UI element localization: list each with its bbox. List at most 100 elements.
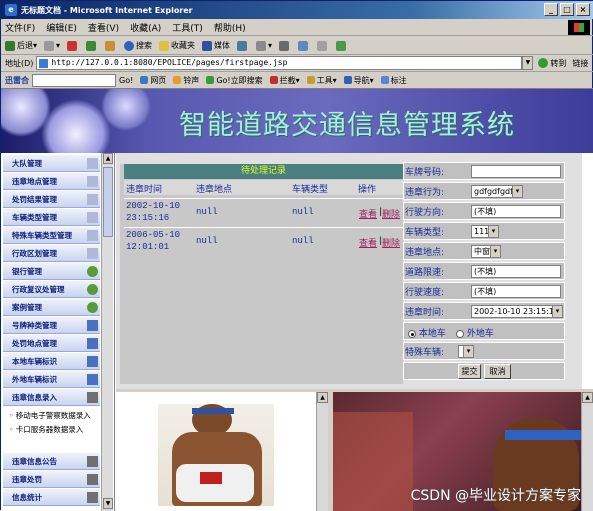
scroll-up-icon[interactable]: ▲ bbox=[317, 392, 328, 403]
limit-input[interactable]: (不填) bbox=[471, 265, 561, 278]
right-frame-scrollbar[interactable]: ▲ bbox=[581, 392, 593, 511]
menu-edit[interactable]: 编辑(E) bbox=[46, 21, 77, 34]
nav-foreign-vehicle[interactable]: 外地车辆标识 bbox=[3, 371, 100, 388]
subitem-mobile-police[interactable]: ◦ 移动电子警察数据录入 bbox=[9, 410, 91, 421]
delete-link[interactable]: 删除 bbox=[382, 236, 400, 249]
table-caption: 待处理记录 bbox=[124, 164, 403, 179]
document-icon bbox=[87, 176, 98, 187]
nav-violation-place[interactable]: 违章地点管理 bbox=[3, 173, 100, 190]
view-link[interactable]: 查看 bbox=[359, 207, 377, 220]
toolbar-web[interactable]: 网页 bbox=[140, 75, 166, 86]
delete-link[interactable]: 删除 bbox=[382, 207, 400, 220]
links-button[interactable]: 链接 bbox=[572, 58, 588, 69]
history-button[interactable] bbox=[237, 40, 249, 51]
scroll-down-icon[interactable]: ▼ bbox=[103, 498, 113, 509]
toolbar-nav[interactable]: 导航 ▾ bbox=[343, 75, 374, 86]
nav-special-vehicle-type[interactable]: 特殊车辆类型管理 bbox=[3, 227, 100, 244]
web-icon bbox=[140, 76, 149, 84]
nav-icon bbox=[343, 76, 352, 84]
special-row: 特殊车辆: bbox=[403, 342, 565, 360]
toolbar-tools[interactable]: 工具 ▾ bbox=[306, 75, 337, 86]
scroll-up-icon[interactable]: ▲ bbox=[103, 153, 113, 164]
nav-statistics[interactable]: 信息统计 bbox=[3, 489, 100, 506]
messenger-icon bbox=[336, 40, 347, 51]
close-button[interactable]: × bbox=[576, 3, 590, 16]
go-button[interactable]: 转到 bbox=[538, 58, 566, 69]
nav-bank[interactable]: 银行管理 bbox=[3, 263, 100, 280]
menu-view[interactable]: 查看(V) bbox=[88, 21, 119, 34]
discuss-button[interactable] bbox=[317, 40, 329, 51]
media-button[interactable]: 媒体 bbox=[202, 40, 230, 51]
nav-penalty-place[interactable]: 处罚地点管理 bbox=[3, 335, 100, 352]
stop-button[interactable] bbox=[67, 40, 79, 51]
toolbar-bookmark[interactable]: 标注 bbox=[380, 75, 407, 86]
place-select[interactable]: 中窗 bbox=[471, 245, 501, 258]
print-button[interactable] bbox=[279, 40, 291, 51]
search-button[interactable]: 搜索 bbox=[124, 40, 152, 51]
address-dropdown[interactable]: ▼ bbox=[522, 56, 534, 70]
address-label: 地址(D) bbox=[5, 58, 34, 68]
table-row: 2002-10-10 23:15:16 null null 查看 | 删除 bbox=[124, 198, 403, 226]
sidebar: 大队管理 违章地点管理 处罚结果管理 车辆类型管理 特殊车辆类型管理 行政区划管… bbox=[1, 153, 115, 511]
nav-case[interactable]: 案例管理 bbox=[3, 299, 100, 316]
vtype-label: 车辆类型: bbox=[405, 228, 445, 238]
nav-local-vehicle[interactable]: 本地车辆标识 bbox=[3, 353, 100, 370]
menu-favorites[interactable]: 收藏(A) bbox=[130, 21, 161, 34]
nav-vehicle-type[interactable]: 车辆类型管理 bbox=[3, 209, 100, 226]
nav-review-office[interactable]: 行政复议处管理 bbox=[3, 281, 100, 298]
globe-icon bbox=[87, 266, 98, 277]
mail-button[interactable]: ▾ bbox=[256, 40, 272, 51]
toolbar-search-input[interactable] bbox=[32, 73, 116, 87]
favorites-button[interactable]: 收藏夹 bbox=[159, 40, 195, 51]
minimize-button[interactable]: _ bbox=[544, 3, 558, 16]
nav-violation-notice[interactable]: 违章信息公告 bbox=[3, 453, 100, 470]
vtype-select[interactable]: 111 bbox=[471, 225, 499, 238]
sidebar-scrollbar[interactable]: ▲ ▼ bbox=[101, 153, 113, 511]
maximize-button[interactable]: □ bbox=[560, 3, 574, 16]
nav-penalty-result[interactable]: 处罚结果管理 bbox=[3, 191, 100, 208]
time-select[interactable]: 2002-10-10 23:15:16 bbox=[471, 305, 563, 318]
plate-row: 车牌号码: bbox=[403, 162, 565, 180]
local-radio[interactable]: 本地车 bbox=[408, 326, 446, 339]
edit-button[interactable] bbox=[298, 40, 310, 51]
nav-violation-entry[interactable]: 违章信息录入 bbox=[3, 389, 100, 406]
toolbar-instant-search[interactable]: Go!立即搜索 bbox=[206, 75, 263, 86]
scroll-thumb[interactable] bbox=[103, 167, 113, 237]
nav-violation-penalty[interactable]: 违章处罚 bbox=[3, 471, 100, 488]
toolbar-ringtone[interactable]: 铃声 bbox=[173, 75, 199, 86]
back-arrow-icon bbox=[5, 40, 15, 51]
refresh-button[interactable] bbox=[86, 40, 98, 51]
messenger-button[interactable] bbox=[336, 40, 348, 51]
foreign-radio[interactable]: 外地车 bbox=[456, 326, 494, 339]
time-row: 违章时间: 2002-10-10 23:15:16 bbox=[403, 302, 565, 320]
subitem-checkpoint[interactable]: ◦ 卡口服务器数据录入 bbox=[9, 424, 83, 435]
submit-button[interactable]: 提交 bbox=[458, 364, 481, 379]
menu-help[interactable]: 帮助(H) bbox=[214, 21, 246, 34]
toolbar-go[interactable]: Go! bbox=[119, 76, 133, 85]
tools-icon bbox=[87, 392, 98, 403]
back-button[interactable]: 后退 ▾ bbox=[5, 40, 37, 51]
tools-icon bbox=[306, 76, 315, 84]
scroll-up-icon[interactable]: ▲ bbox=[582, 392, 593, 403]
nav-district[interactable]: 行政区划管理 bbox=[3, 245, 100, 262]
menu-file[interactable]: 文件(F) bbox=[5, 21, 35, 34]
speed-input[interactable]: (不填) bbox=[471, 285, 561, 298]
toolbar-block[interactable]: 拦截 ▾ bbox=[269, 75, 300, 86]
pending-table: 待处理记录 违章时间 违章地点 车辆类型 操作 2002-10-10 23:15… bbox=[120, 164, 403, 384]
document-icon bbox=[87, 194, 98, 205]
special-select[interactable] bbox=[458, 345, 474, 358]
direction-input[interactable]: (不填) bbox=[471, 205, 561, 218]
plate-input[interactable] bbox=[471, 165, 561, 178]
nav-plate-type[interactable]: 号牌种类管理 bbox=[3, 317, 100, 334]
address-input[interactable]: http://127.0.0.1:8080/EPOLICE/pages/firs… bbox=[36, 56, 523, 70]
view-link[interactable]: 查看 bbox=[359, 236, 377, 249]
crowd-blur bbox=[333, 412, 413, 511]
cell-place: null bbox=[196, 207, 218, 217]
cancel-button[interactable]: 取消 bbox=[484, 364, 511, 379]
behavior-select[interactable]: gdfgdfgdf bbox=[471, 185, 523, 198]
nav-team[interactable]: 大队管理 bbox=[3, 155, 100, 172]
menu-tools[interactable]: 工具(T) bbox=[172, 21, 203, 34]
forward-button[interactable]: ▾ bbox=[44, 40, 60, 51]
left-frame-scrollbar[interactable]: ▲ bbox=[316, 392, 328, 511]
home-button[interactable] bbox=[105, 40, 117, 51]
